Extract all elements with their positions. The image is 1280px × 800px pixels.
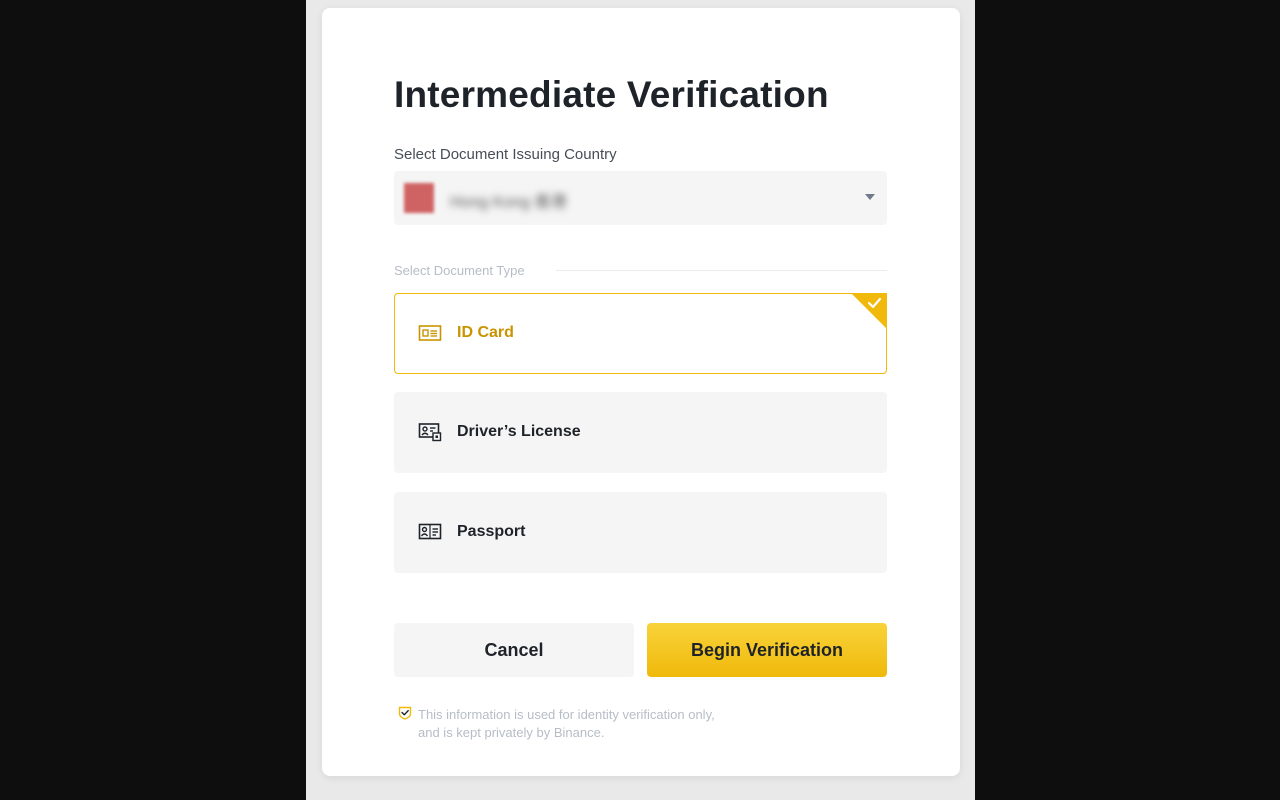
option-label: Driver’s License — [457, 423, 581, 440]
notice-line-1: This information is used for identity ve… — [418, 707, 715, 722]
option-label: ID Card — [457, 324, 514, 341]
option-drivers-license[interactable]: Driver’s License — [394, 392, 887, 473]
option-label: Passport — [457, 523, 526, 540]
check-icon — [851, 293, 887, 329]
country-value: Hong Kong 香港 — [450, 194, 567, 211]
option-id-card[interactable]: ID Card — [394, 293, 887, 374]
modal-title: Intermediate Verification — [394, 74, 829, 115]
begin-verification-button[interactable]: Begin Verification — [647, 623, 887, 677]
drivers-license-icon — [418, 423, 442, 442]
option-passport[interactable]: Passport — [394, 492, 887, 573]
country-label: Select Document Issuing Country — [394, 146, 617, 163]
country-select[interactable]: Hong Kong 香港 — [394, 171, 887, 225]
passport-icon — [418, 523, 442, 540]
chevron-down-icon — [865, 194, 875, 200]
flag-icon — [404, 183, 434, 213]
divider — [556, 270, 887, 271]
id-card-icon — [418, 325, 442, 341]
doc-type-header: Select Document Type — [394, 263, 887, 279]
shield-check-icon — [398, 706, 412, 720]
notice-line-2: and is kept privately by Binance. — [418, 725, 605, 740]
doc-type-label: Select Document Type — [394, 263, 525, 278]
notice-text: This information is used for identity ve… — [418, 706, 715, 742]
verification-modal: Intermediate Verification Select Documen… — [322, 8, 960, 776]
cancel-button[interactable]: Cancel — [394, 623, 634, 677]
